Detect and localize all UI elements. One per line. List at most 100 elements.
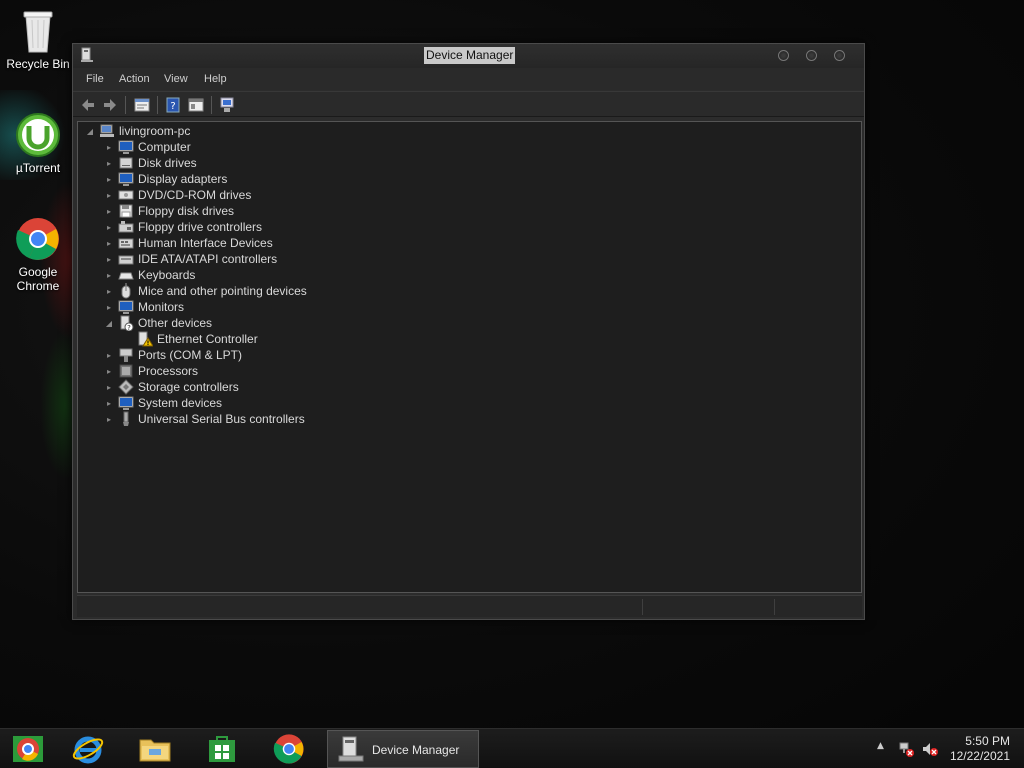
collapse-arrow-icon[interactable]: ◢ — [103, 315, 115, 331]
tree-node-label: Storage controllers — [138, 380, 239, 394]
toolbar: ? — [73, 91, 864, 117]
taskbar-task-device-manager[interactable]: Device Manager — [327, 730, 479, 768]
clock-time: 5:50 PM — [965, 734, 1010, 748]
forward-arrow-icon[interactable] — [101, 96, 119, 114]
expand-arrow-icon[interactable]: ▸ — [103, 219, 115, 235]
tree-node-label: livingroom-pc — [119, 124, 191, 138]
taskbar-clock[interactable]: 5:50 PM 12/22/2021 — [950, 734, 1010, 764]
tree-item-processors[interactable]: ▸ Processors — [103, 363, 198, 379]
status-divider — [774, 599, 775, 615]
expand-arrow-icon[interactable]: ▸ — [103, 203, 115, 219]
close-button[interactable] — [834, 50, 845, 61]
store-icon — [209, 736, 235, 762]
desktop-icon-utorrent[interactable]: µTorrent — [0, 112, 76, 175]
tree-item-other-devices[interactable]: ◢ ? Other devices — [103, 315, 212, 331]
monitor-icon — [118, 140, 134, 154]
expand-arrow-icon[interactable]: ▸ — [103, 347, 115, 363]
recycle-bin-icon — [23, 11, 53, 53]
scan-hardware-icon[interactable] — [218, 96, 236, 114]
desktop-icon-label: Google Chrome — [16, 265, 60, 293]
menu-help[interactable]: Help — [204, 73, 227, 85]
tree-item-display-adapters[interactable]: ▸ Display adapters — [103, 171, 227, 187]
taskbar-app-chrome[interactable] — [263, 731, 315, 767]
taskbar-app-explorer-chrome[interactable] — [2, 731, 54, 767]
tree-node-label: Floppy disk drives — [138, 204, 235, 218]
network-disconnected-icon[interactable] — [898, 741, 914, 757]
controller-icon — [118, 221, 134, 233]
file-explorer-chrome-icon — [13, 736, 43, 762]
taskbar-app-internet-explorer[interactable] — [62, 731, 114, 767]
tree-item-universal-serial-bus-controllers[interactable]: ▸ Universal Serial Bus controllers — [103, 411, 305, 427]
show-hidden-icons-chevron-icon[interactable]: ▲ — [877, 741, 884, 751]
tree-node-label: System devices — [138, 396, 223, 410]
volume-muted-icon[interactable] — [922, 741, 938, 757]
tree-item-ide-ata-atapi-controllers[interactable]: ▸ IDE ATA/ATAPI controllers — [103, 251, 277, 267]
tree-item-storage-controllers[interactable]: ▸ Storage controllers — [103, 379, 239, 395]
tree-item-computer[interactable]: ▸ Computer — [103, 139, 191, 155]
console-view-icon[interactable] — [187, 96, 205, 114]
menu-view[interactable]: View — [164, 73, 188, 85]
tree-item-ports-com-lpt[interactable]: ▸ Ports (COM & LPT) — [103, 347, 242, 363]
expand-arrow-icon[interactable]: ▸ — [103, 155, 115, 171]
file-explorer-icon — [139, 739, 171, 762]
expand-arrow-icon[interactable]: ▸ — [103, 395, 115, 411]
tree-item-human-interface-devices[interactable]: ▸ Human Interface Devices — [103, 235, 273, 251]
expand-arrow-icon[interactable]: ▸ — [103, 187, 115, 203]
expand-arrow-icon[interactable]: ▸ — [103, 283, 115, 299]
tree-item-floppy-drive-controllers[interactable]: ▸ Floppy drive controllers — [103, 219, 262, 235]
port-icon — [119, 348, 133, 362]
taskbar: Device Manager ▲ 5:50 PM 12/22/2021 — [0, 728, 1024, 768]
toolbar-separator — [125, 96, 126, 114]
tree-item-ethernet-controller[interactable]: Ethernet Controller — [134, 331, 258, 347]
svg-text:?: ? — [127, 324, 131, 331]
tree-item-floppy-disk-drives[interactable]: ▸ Floppy disk drives — [103, 203, 234, 219]
taskbar-app-file-explorer[interactable] — [129, 731, 181, 767]
title-bar[interactable]: Device Manager — [73, 44, 864, 68]
back-arrow-icon[interactable] — [79, 96, 97, 114]
expand-arrow-icon[interactable]: ▸ — [103, 139, 115, 155]
expand-arrow-icon[interactable]: ▸ — [103, 379, 115, 395]
mouse-icon — [121, 283, 131, 299]
storage-controller-icon — [118, 379, 134, 395]
processor-icon — [119, 364, 133, 378]
dvd-drive-icon — [118, 190, 134, 200]
tree-root-node[interactable]: ◢ livingroom-pc — [84, 123, 190, 139]
collapse-arrow-icon[interactable]: ◢ — [84, 123, 96, 139]
tree-item-dvd-cd-rom-drives[interactable]: ▸ DVD/CD-ROM drives — [103, 187, 251, 203]
desktop-icon-google-chrome[interactable]: Google Chrome — [0, 216, 76, 293]
unknown-device-icon: ? — [120, 315, 134, 331]
expand-arrow-icon[interactable]: ▸ — [103, 411, 115, 427]
tree-node-label: Disk drives — [138, 156, 197, 170]
expand-arrow-icon[interactable]: ▸ — [103, 267, 115, 283]
menu-action[interactable]: Action — [119, 73, 150, 85]
expand-arrow-icon[interactable]: ▸ — [103, 299, 115, 315]
toolbar-separator — [157, 96, 158, 114]
desktop-icon-label: µTorrent — [15, 161, 61, 175]
chrome-icon — [273, 734, 304, 764]
expand-arrow-icon[interactable]: ▸ — [103, 363, 115, 379]
expand-arrow-icon[interactable]: ▸ — [103, 171, 115, 187]
help-icon[interactable]: ? — [164, 96, 182, 114]
tree-node-label: Floppy drive controllers — [138, 220, 263, 234]
taskbar-app-store[interactable] — [196, 731, 248, 767]
tree-item-system-devices[interactable]: ▸ System devices — [103, 395, 222, 411]
minimize-button[interactable] — [778, 50, 789, 61]
taskbar-task-label: Device Manager — [372, 743, 460, 757]
tree-item-monitors[interactable]: ▸ Monitors — [103, 299, 184, 315]
tree-item-mice-and-other-pointing-devices[interactable]: ▸ Mice and other pointing devices — [103, 283, 307, 299]
desktop-icon-recycle-bin[interactable]: Recycle Bin — [0, 8, 76, 71]
tree-node-label: Processors — [138, 364, 199, 378]
ide-controller-icon — [118, 255, 134, 265]
status-bar — [77, 595, 862, 617]
expand-arrow-icon[interactable]: ▸ — [103, 235, 115, 251]
tree-item-disk-drives[interactable]: ▸ Disk drives — [103, 155, 197, 171]
maximize-button[interactable] — [806, 50, 817, 61]
menu-file[interactable]: File — [86, 73, 104, 85]
tree-node-label: Display adapters — [138, 172, 228, 186]
expand-arrow-icon[interactable]: ▸ — [103, 251, 115, 267]
tree-item-keyboards[interactable]: ▸ Keyboards — [103, 267, 195, 283]
usb-icon — [123, 411, 129, 426]
properties-icon[interactable] — [133, 96, 151, 114]
tree-node-label: Ports (COM & LPT) — [138, 348, 243, 362]
tree-node-label: Monitors — [138, 300, 185, 314]
